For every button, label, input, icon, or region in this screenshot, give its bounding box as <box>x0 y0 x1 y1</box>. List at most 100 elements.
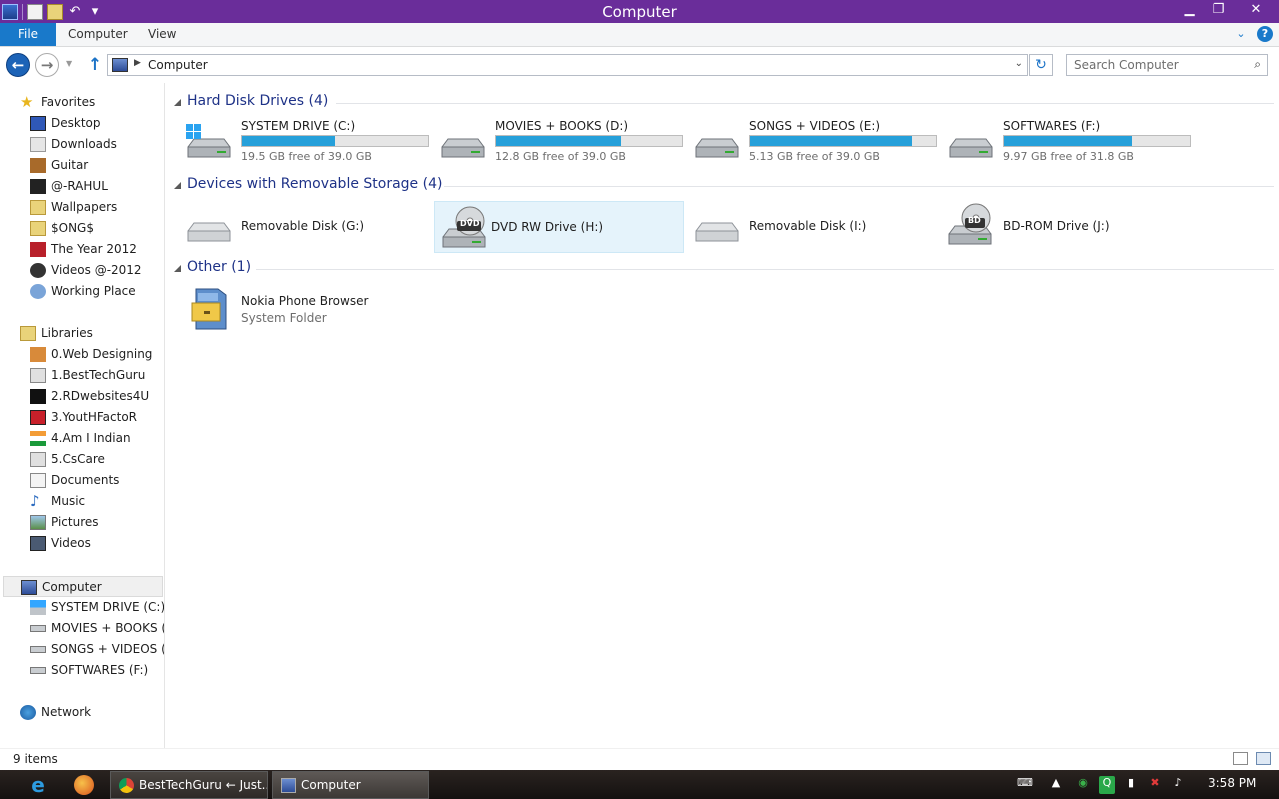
nav-item-year-2012[interactable]: The Year 2012 <box>0 239 164 260</box>
close-button[interactable]: ✕ <box>1233 0 1279 20</box>
pictures-icon <box>30 515 46 530</box>
section-removable-storage[interactable]: Devices with Removable Storage (4) <box>174 175 1274 197</box>
device-tile-h[interactable]: DVD DVD RW Drive (H:) <box>434 201 684 253</box>
removable-disk-icon <box>695 222 739 242</box>
maximize-button[interactable]: ❐ <box>1204 0 1233 20</box>
youthfactor-logo-icon <box>30 410 46 425</box>
user-folder-icon <box>30 179 46 194</box>
drive-tile-f[interactable]: SOFTWARES (F:) 9.97 GB free of 31.8 GB <box>941 116 1191 168</box>
computer-icon <box>21 580 37 595</box>
nav-item-videos[interactable]: Videos <box>0 533 164 554</box>
recent-locations-icon[interactable]: ▼ <box>66 59 76 69</box>
device-tile-g[interactable]: Removable Disk (G:) <box>179 200 429 252</box>
nav-item-system-drive[interactable]: SYSTEM DRIVE (C:) <box>0 597 164 618</box>
drive-tile-c[interactable]: SYSTEM DRIVE (C:) 19.5 GB free of 39.0 G… <box>179 116 429 168</box>
clock[interactable]: 3:58 PM <box>1208 776 1256 790</box>
globe-folder-icon <box>30 284 46 299</box>
nav-item-downloads[interactable]: Downloads <box>0 134 164 155</box>
breadcrumb-arrow-icon[interactable]: ▶ <box>134 58 141 68</box>
nav-group-computer[interactable]: Computer <box>3 576 163 597</box>
music-note-icon: ♪ <box>30 492 40 510</box>
volume-icon[interactable]: ♪ <box>1170 776 1186 794</box>
drive-usage-bar <box>241 135 429 147</box>
hard-drive-icon <box>30 646 46 653</box>
nav-item-rahul[interactable]: @-RAHUL <box>0 176 164 197</box>
windows-drive-icon <box>30 600 46 615</box>
expand-ribbon-icon[interactable]: ⌄ <box>1233 26 1249 42</box>
nav-item-videos-2012[interactable]: Videos @-2012 <box>0 260 164 281</box>
search-icon[interactable]: ⌕ <box>1254 57 1261 72</box>
up-arrow-icon[interactable]: ↑ <box>86 56 104 74</box>
nav-item-web-designing[interactable]: 0.Web Designing <box>0 344 164 365</box>
guitar-folder-icon <box>30 158 46 173</box>
nav-item-movies-books[interactable]: MOVIES + BOOKS (D: <box>0 618 164 639</box>
details-view-icon[interactable] <box>1233 752 1248 765</box>
nav-item-documents[interactable]: Documents <box>0 470 164 491</box>
keyboard-icon[interactable]: ⌨ <box>1016 776 1034 794</box>
power-icon[interactable]: ▮ <box>1124 776 1138 794</box>
nav-item-youthfactor[interactable]: 3.YoutHFactoR <box>0 407 164 428</box>
drive-usage-bar <box>495 135 683 147</box>
breadcrumb[interactable]: Computer <box>148 58 208 72</box>
nav-item-music[interactable]: ♪ Music <box>0 491 164 512</box>
computer-icon <box>281 778 296 793</box>
refresh-button[interactable]: ↻ <box>1029 54 1053 76</box>
nav-item-wallpapers[interactable]: Wallpapers <box>0 197 164 218</box>
help-icon[interactable]: ? <box>1257 26 1273 42</box>
nav-item-guitar[interactable]: Guitar <box>0 155 164 176</box>
network-disconnected-icon[interactable]: ✖ <box>1147 776 1163 794</box>
section-other[interactable]: Other (1) <box>174 258 1274 280</box>
nav-item-cscare[interactable]: 5.CsCare <box>0 449 164 470</box>
other-tile-nokia[interactable]: Nokia Phone Browser System Folder <box>179 283 429 335</box>
nav-group-network[interactable]: Network <box>0 702 164 723</box>
device-tile-j[interactable]: BD BD-ROM Drive (J:) <box>941 200 1191 252</box>
show-hidden-icons-icon[interactable]: ▲ <box>1050 776 1062 794</box>
navigation-bar: ← → ▼ ↑ ▶ Computer ⌄ ↻ ⌕ <box>0 48 1279 82</box>
section-hard-disk-drives[interactable]: Hard Disk Drives (4) <box>174 92 1274 114</box>
search-box[interactable]: ⌕ <box>1066 54 1268 76</box>
nav-item-rdwebsites4u[interactable]: 2.RDwebsites4U <box>0 386 164 407</box>
drive-tile-d[interactable]: MOVIES + BOOKS (D:) 12.8 GB free of 39.0… <box>433 116 683 168</box>
status-bar: 9 items <box>0 748 1279 770</box>
film-reel-icon <box>30 263 46 278</box>
back-button[interactable]: ← <box>6 53 30 77</box>
chevron-down-icon[interactable]: ⌄ <box>1015 58 1023 69</box>
nav-item-am-i-indian[interactable]: 4.Am I Indian <box>0 428 164 449</box>
device-tile-i[interactable]: Removable Disk (I:) <box>687 200 937 252</box>
tab-computer[interactable]: Computer <box>56 23 140 46</box>
forward-button[interactable]: → <box>35 53 59 77</box>
folder-icon <box>30 221 46 236</box>
device-name: Removable Disk (G:) <box>241 219 365 233</box>
nav-item-besttechguru[interactable]: 1.BestTechGuru <box>0 365 164 386</box>
search-input[interactable] <box>1067 55 1237 75</box>
collapse-triangle-icon[interactable] <box>174 182 181 189</box>
windows-drive-icon <box>186 124 231 158</box>
large-icons-view-icon[interactable] <box>1256 752 1271 765</box>
item-name: Nokia Phone Browser <box>241 294 369 308</box>
nav-group-libraries[interactable]: Libraries <box>0 323 164 344</box>
tab-file[interactable]: File <box>0 23 56 46</box>
tab-view[interactable]: View <box>136 23 188 46</box>
nav-item-songs-videos[interactable]: SONGS + VIDEOS (E:) <box>0 639 164 660</box>
drive-tile-e[interactable]: SONGS + VIDEOS (E:) 5.13 GB free of 39.0… <box>687 116 937 168</box>
address-bar[interactable]: ▶ Computer ⌄ <box>107 54 1028 76</box>
minimize-button[interactable]: ▁ <box>1175 0 1204 20</box>
nav-group-favorites[interactable]: ★ Favorites <box>0 92 164 113</box>
network-icon <box>20 705 36 720</box>
device-name: BD-ROM Drive (J:) <box>1003 219 1110 233</box>
tray-app-icon[interactable]: Q <box>1099 776 1115 794</box>
nav-item-working-place[interactable]: Working Place <box>0 281 164 302</box>
network-globe-icon[interactable]: ◉ <box>1075 776 1091 794</box>
nav-item-pictures[interactable]: Pictures <box>0 512 164 533</box>
nav-item-softwares[interactable]: SOFTWARES (F:) <box>0 660 164 681</box>
collapse-triangle-icon[interactable] <box>174 99 181 106</box>
nav-item-desktop[interactable]: Desktop <box>0 113 164 134</box>
hard-drive-icon <box>441 138 485 158</box>
section-divider <box>256 269 1274 270</box>
nav-item-songs[interactable]: $ONG$ <box>0 218 164 239</box>
taskbar-item-computer[interactable]: Computer <box>272 771 429 799</box>
collapse-triangle-icon[interactable] <box>174 265 181 272</box>
internet-explorer-icon[interactable]: e <box>24 772 52 798</box>
firefox-icon[interactable] <box>70 772 98 798</box>
taskbar-item-chrome[interactable]: BestTechGuru ← Just... <box>110 771 268 799</box>
